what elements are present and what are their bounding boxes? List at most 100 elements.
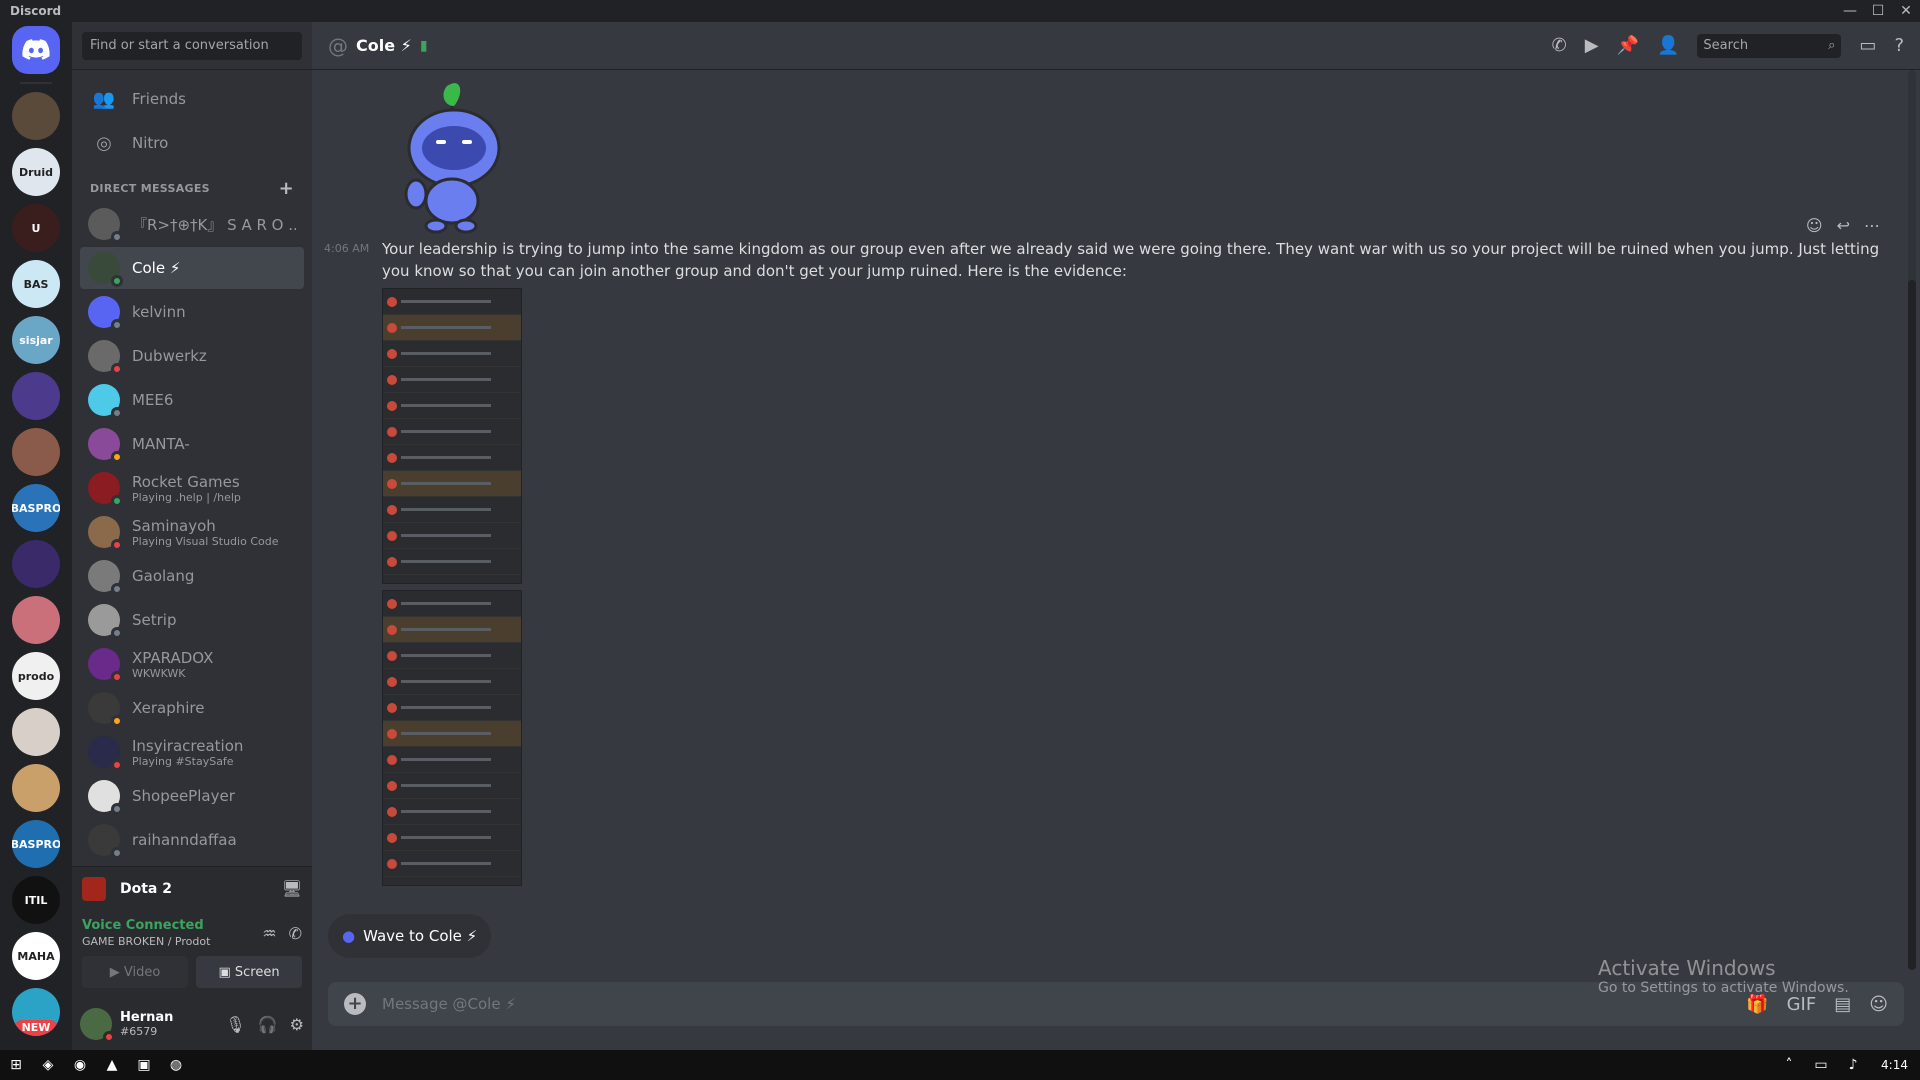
server-icon[interactable]: U [12, 204, 60, 252]
server-icon[interactable]: Druid [12, 148, 60, 196]
taskbar: ⊞ ◈ ◉ ▲ ▣ ◍ ˄ ▭ ♪ 4:14 [0, 1050, 1920, 1080]
dm-header-label: DIRECT MESSAGES [90, 182, 210, 195]
server-icon[interactable]: BASPRO [12, 484, 60, 532]
evidence-image-1[interactable] [382, 288, 522, 584]
dm-item[interactable]: kelvinn [80, 291, 304, 333]
server-icon[interactable]: ITIL [12, 876, 60, 924]
scrollbar[interactable] [1908, 70, 1916, 970]
evidence-image-2[interactable] [382, 590, 522, 886]
upload-icon[interactable]: + [344, 993, 366, 1015]
voice-call-icon[interactable]: ✆ [1552, 35, 1567, 56]
dm-item[interactable]: Gaolang [80, 555, 304, 597]
server-icon[interactable]: sisjar [12, 316, 60, 364]
find-conversation-input[interactable]: Find or start a conversation [82, 31, 302, 60]
server-icon[interactable]: MAHA [12, 932, 60, 980]
app-title: Discord [10, 4, 62, 18]
video-call-icon[interactable]: ▶ [1585, 35, 1599, 56]
tray-chevron-icon[interactable]: ˄ [1773, 1050, 1805, 1080]
voice-status[interactable]: Voice Connected [82, 918, 210, 933]
dm-item[interactable]: Rocket Games Playing .help | /help [80, 467, 304, 509]
server-label: ITIL [24, 893, 48, 907]
voice-panel: Voice Connected GAME BROKEN / Prodot ♒ ✆… [72, 910, 312, 998]
close-window-button[interactable]: ✕ [1892, 3, 1920, 19]
minimize-button[interactable]: — [1836, 3, 1864, 19]
taskbar-app-icon[interactable]: ▲ [96, 1050, 128, 1080]
conversation-title: Cole ⚡ [356, 36, 412, 55]
dm-item[interactable]: Insyiracreation Playing #StaySafe [80, 731, 304, 773]
dm-item[interactable]: Xeraphire [80, 687, 304, 729]
dm-name: Setrip [132, 611, 177, 629]
new-badge: NEW [14, 1020, 58, 1036]
dm-name: Rocket Games [132, 472, 240, 491]
start-icon[interactable]: ⊞ [0, 1050, 32, 1080]
server-icon[interactable]: BASPRO [12, 820, 60, 868]
dm-item[interactable]: Cole ⚡ [80, 247, 304, 289]
noise-suppression-icon[interactable]: ♒ [262, 924, 276, 943]
avatar[interactable] [80, 1008, 115, 1043]
video-button[interactable]: ▶ Video [82, 956, 188, 988]
inbox-icon[interactable]: ▭ [1859, 35, 1876, 56]
dm-activity: WKWKWK [132, 666, 186, 680]
emoji-icon[interactable]: ☺ [1869, 994, 1888, 1015]
more-icon[interactable]: ⋯ [1864, 216, 1880, 235]
server-icon[interactable] [12, 428, 60, 476]
network-icon[interactable]: ▭ [1805, 1050, 1837, 1080]
volume-icon[interactable]: ♪ [1837, 1050, 1869, 1080]
gear-icon[interactable]: ⚙ [290, 1015, 304, 1034]
dm-item[interactable]: XPARADOX WKWKWK [80, 643, 304, 685]
headphones-icon[interactable]: 🎧 [258, 1015, 278, 1034]
status-dot [111, 451, 123, 463]
maximize-button[interactable]: ☐ [1864, 3, 1892, 19]
nav-friends[interactable]: 👥 Friends [80, 78, 304, 120]
taskbar-app-icon[interactable]: ◍ [160, 1050, 192, 1080]
dm-item[interactable]: ShopeePlayer [80, 775, 304, 817]
server-icon[interactable]: NEW [12, 988, 60, 1036]
scrollbar-thumb[interactable] [1908, 280, 1916, 970]
taskbar-app-icon[interactable]: ◉ [64, 1050, 96, 1080]
search-input[interactable]: Search ⌕ [1697, 33, 1842, 58]
mic-icon[interactable]: 🎙 [225, 1015, 245, 1034]
help-icon[interactable]: ? [1894, 35, 1904, 56]
gif-icon[interactable]: GIF [1787, 994, 1817, 1015]
server-icon[interactable] [12, 764, 60, 812]
server-icon[interactable]: BAS [12, 260, 60, 308]
screen-button[interactable]: ▣ Screen [196, 956, 302, 988]
dm-item[interactable]: 『R>†⊕†K』 S A R O ... [80, 203, 304, 245]
server-icon[interactable]: prodo [12, 652, 60, 700]
status-dot [111, 231, 123, 243]
sticker-icon[interactable]: ▤ [1834, 994, 1851, 1015]
go-live-icon[interactable]: 🖥 [282, 879, 302, 898]
avatar [88, 780, 123, 815]
server-label: BASPRO [12, 501, 60, 515]
dm-item[interactable]: raihanndaffaa [80, 819, 304, 861]
create-dm-icon[interactable]: + [279, 178, 294, 199]
message-input[interactable]: Message @Cole ⚡ [382, 995, 1728, 1013]
server-icon[interactable] [12, 596, 60, 644]
home-button[interactable] [12, 26, 60, 74]
avatar [88, 692, 123, 727]
nav-nitro[interactable]: ◎ Nitro [80, 122, 304, 164]
status-dot [111, 583, 123, 595]
wave-button[interactable]: ● Wave to Cole ⚡ [328, 914, 492, 958]
dm-item[interactable]: MANTA- [80, 423, 304, 465]
add-reaction-icon[interactable]: ☺ [1806, 216, 1823, 235]
screen-icon: ▣ [218, 964, 235, 980]
server-icon[interactable] [12, 708, 60, 756]
taskbar-discord-icon[interactable]: ▣ [128, 1050, 160, 1080]
server-icon[interactable] [12, 540, 60, 588]
server-icon[interactable] [12, 372, 60, 420]
dm-item[interactable]: Setrip [80, 599, 304, 641]
avatar [88, 824, 123, 859]
dm-item[interactable]: Saminayoh Playing Visual Studio Code [80, 511, 304, 553]
dm-item[interactable]: MEE6 [80, 379, 304, 421]
reply-icon[interactable]: ↩ [1837, 216, 1850, 235]
add-friend-icon[interactable]: 👤 [1657, 35, 1679, 56]
gift-icon[interactable]: 🎁 [1746, 994, 1768, 1015]
server-icon[interactable] [12, 92, 60, 140]
pin-icon[interactable]: 📌 [1617, 35, 1639, 56]
taskbar-app-icon[interactable]: ◈ [32, 1050, 64, 1080]
voice-channel[interactable]: GAME BROKEN / Prodot [82, 935, 210, 948]
disconnect-icon[interactable]: ✆ [289, 924, 302, 943]
taskbar-clock[interactable]: 4:14 [1869, 1058, 1920, 1072]
dm-item[interactable]: Dubwerkz [80, 335, 304, 377]
